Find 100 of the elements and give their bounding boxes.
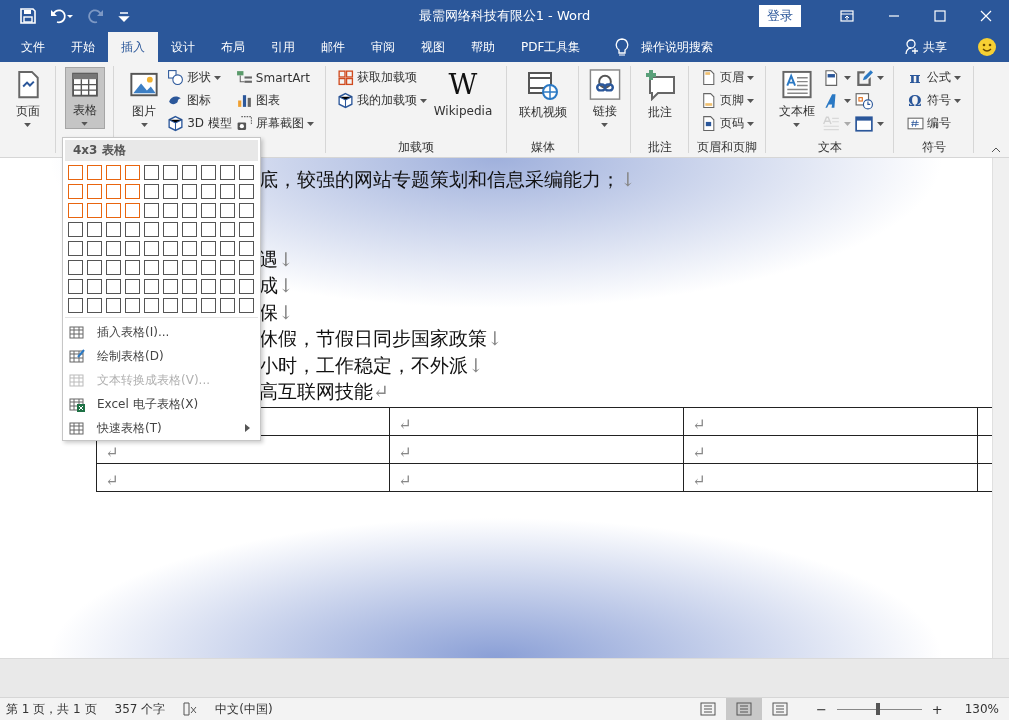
grid-cell[interactable] (144, 279, 159, 294)
grid-cell[interactable] (163, 298, 178, 313)
login-button[interactable]: 登录 (759, 5, 801, 27)
ribbon-button[interactable]: 联机视频 (515, 67, 570, 129)
ribbon-button[interactable]: 图片 (125, 67, 164, 129)
ribbon-tab[interactable]: 文件 (8, 32, 58, 62)
grid-cell[interactable] (144, 260, 159, 275)
grid-cell[interactable] (163, 184, 178, 199)
ribbon-button[interactable]: 链接 (585, 67, 624, 129)
ribbon-button[interactable]: 获取加载项 (336, 67, 427, 88)
grid-cell[interactable] (106, 260, 121, 275)
grid-cell[interactable] (68, 260, 83, 275)
ribbon-button[interactable]: 屏幕截图 (235, 113, 314, 134)
grid-cell[interactable] (182, 260, 197, 275)
grid-cell[interactable] (182, 203, 197, 218)
ribbon-button[interactable]: 图标 (167, 90, 232, 111)
grid-cell[interactable] (144, 222, 159, 237)
ribbon-tab[interactable]: 布局 (208, 32, 258, 62)
ribbon-button[interactable]: W Wikipedia (430, 67, 496, 129)
horizontal-scrollbar[interactable] (0, 658, 1009, 697)
ribbon-button[interactable]: SmartArt (235, 67, 314, 88)
grid-cell[interactable] (144, 184, 159, 199)
ribbon-tab[interactable]: 引用 (258, 32, 308, 62)
grid-cell[interactable] (220, 203, 235, 218)
grid-cell[interactable] (125, 279, 140, 294)
grid-cell[interactable] (144, 241, 159, 256)
grid-cell[interactable] (220, 222, 235, 237)
zoom-level[interactable]: 130% (964, 702, 999, 716)
grid-cell[interactable] (125, 203, 140, 218)
grid-cell[interactable] (239, 298, 254, 313)
grid-cell[interactable] (68, 165, 83, 180)
grid-cell[interactable] (201, 165, 216, 180)
save-icon[interactable] (20, 8, 36, 24)
ribbon-button[interactable]: 页脚 (700, 90, 754, 111)
grid-cell[interactable] (106, 279, 121, 294)
grid-cell[interactable] (163, 203, 178, 218)
menu-item[interactable]: Excel 电子表格(X) (63, 392, 260, 416)
proofing-icon[interactable] (183, 702, 198, 716)
grid-cell[interactable] (220, 260, 235, 275)
ribbon-tab[interactable]: 插入 (108, 32, 158, 62)
print-layout-button[interactable] (725, 698, 762, 720)
grid-cell[interactable] (163, 222, 178, 237)
ribbon-display-icon[interactable] (840, 10, 854, 22)
undo-icon[interactable] (50, 8, 74, 24)
grid-cell[interactable] (182, 165, 197, 180)
grid-cell[interactable] (201, 298, 216, 313)
zoom-in-button[interactable]: + (931, 701, 943, 717)
grid-cell[interactable] (87, 184, 102, 199)
grid-cell[interactable] (239, 203, 254, 218)
ribbon-button[interactable]: 我的加载项 (336, 90, 427, 111)
zoom-out-button[interactable]: − (815, 701, 827, 717)
grid-cell[interactable] (239, 165, 254, 180)
grid-cell[interactable] (201, 260, 216, 275)
grid-cell[interactable] (106, 184, 121, 199)
grid-cell[interactable] (68, 203, 83, 218)
grid-cell[interactable] (106, 241, 121, 256)
grid-cell[interactable] (87, 222, 102, 237)
grid-cell[interactable] (220, 184, 235, 199)
grid-cell[interactable] (182, 279, 197, 294)
grid-cell[interactable] (87, 203, 102, 218)
ribbon-button[interactable]: 3D 模型 (167, 113, 232, 134)
ribbon-tab[interactable]: PDF工具集 (508, 32, 594, 62)
grid-cell[interactable] (106, 203, 121, 218)
grid-cell[interactable] (144, 298, 159, 313)
ribbon-tab[interactable]: 开始 (58, 32, 108, 62)
menu-item[interactable]: 绘制表格(D) (63, 344, 260, 368)
grid-cell[interactable] (239, 279, 254, 294)
grid-cell[interactable] (201, 279, 216, 294)
grid-cell[interactable] (239, 184, 254, 199)
grid-cell[interactable] (125, 184, 140, 199)
grid-cell[interactable] (125, 222, 140, 237)
maximize-icon[interactable] (934, 10, 946, 22)
grid-cell[interactable] (125, 260, 140, 275)
grid-cell[interactable] (163, 260, 178, 275)
grid-cell[interactable] (182, 298, 197, 313)
grid-cell[interactable] (220, 241, 235, 256)
ribbon-button[interactable]: 页码 (700, 113, 754, 134)
ribbon-icon-button[interactable] (854, 113, 884, 134)
grid-cell[interactable] (239, 241, 254, 256)
grid-cell[interactable] (201, 203, 216, 218)
grid-cell[interactable] (201, 241, 216, 256)
grid-cell[interactable] (106, 298, 121, 313)
slider-thumb[interactable] (875, 703, 880, 715)
language[interactable]: 中文(中国) (215, 700, 273, 718)
ribbon-tab[interactable]: 邮件 (308, 32, 358, 62)
grid-cell[interactable] (201, 184, 216, 199)
grid-cell[interactable] (87, 241, 102, 256)
grid-cell[interactable] (68, 241, 83, 256)
ribbon-button[interactable]: π 公式 (906, 67, 961, 88)
ribbon-button[interactable]: 页眉 (700, 67, 754, 88)
grid-cell[interactable] (144, 165, 159, 180)
grid-cell[interactable] (106, 165, 121, 180)
grid-cell[interactable] (239, 260, 254, 275)
grid-cell[interactable] (182, 241, 197, 256)
grid-cell[interactable] (68, 298, 83, 313)
redo-icon[interactable] (88, 8, 104, 24)
grid-cell[interactable] (163, 165, 178, 180)
ribbon-button[interactable]: 图表 (235, 90, 314, 111)
ribbon-button[interactable]: 批注 (640, 67, 679, 129)
ribbon-tab[interactable]: 视图 (408, 32, 458, 62)
